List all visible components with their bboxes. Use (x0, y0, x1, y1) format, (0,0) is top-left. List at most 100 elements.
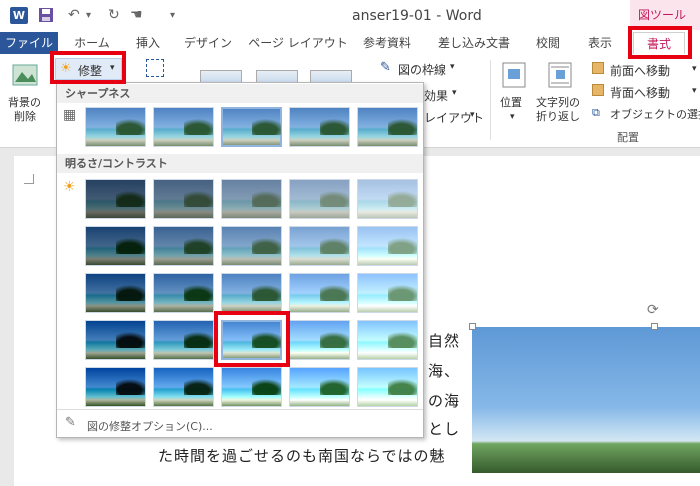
group-divider (490, 60, 491, 140)
compress-pictures-icon[interactable] (146, 59, 164, 77)
position-icon (502, 62, 526, 88)
correction-preset-thumbnail[interactable] (289, 320, 350, 360)
picture-layout-button[interactable]: レイアウト ▾ (424, 108, 484, 126)
tab-references[interactable]: 参考資料 (354, 32, 420, 54)
correction-preset-thumbnail[interactable] (85, 226, 146, 266)
picture-layout-label: レイアウト (424, 111, 485, 125)
customize-qat-icon[interactable]: ▾ (170, 7, 175, 24)
selected-preset-highlight (214, 311, 290, 367)
chevron-down-icon: ▾ (510, 112, 515, 122)
correction-preset-thumbnail[interactable] (221, 107, 282, 147)
rotate-handle[interactable]: ⟳ (647, 302, 659, 318)
chevron-down-icon: ▾ (452, 88, 457, 98)
correction-preset-thumbnail[interactable] (153, 273, 214, 313)
palm-trees (184, 379, 213, 395)
palm-trees (116, 332, 145, 348)
selection-pane-button[interactable]: ⧉ オブジェクトの選択と (592, 106, 700, 124)
tab-design[interactable]: デザイン (178, 32, 238, 54)
body-text-line-4: とし (428, 420, 461, 438)
correction-preset-thumbnail[interactable] (221, 367, 282, 407)
wrap-text-button[interactable]: 文字列の 折り返し (534, 60, 586, 128)
send-backward-icon (592, 84, 604, 96)
tab-insert[interactable]: 挿入 (128, 32, 168, 54)
correction-preset-thumbnail[interactable] (357, 107, 418, 147)
palm-trees (116, 119, 145, 135)
palm-trees (184, 191, 213, 207)
correction-preset-thumbnail[interactable] (289, 226, 350, 266)
chevron-down-icon: ▾ (450, 62, 455, 72)
palm-trees (116, 238, 145, 254)
palm-trees (252, 119, 281, 135)
selected-picture[interactable] (472, 327, 700, 473)
correction-preset-thumbnail[interactable] (153, 320, 214, 360)
position-button[interactable]: 位置 ▾ (496, 60, 532, 126)
palm-trees (320, 191, 349, 207)
save-icon[interactable] (38, 7, 54, 28)
touch-mode-icon[interactable]: ☚ (130, 7, 143, 24)
correction-preset-thumbnail[interactable] (289, 179, 350, 219)
palm-trees (388, 379, 417, 395)
palm-trees (252, 191, 281, 207)
format-tab-highlight (628, 26, 692, 59)
correction-preset-thumbnail[interactable] (85, 273, 146, 313)
palm-trees (252, 379, 281, 395)
correction-preset-thumbnail[interactable] (357, 320, 418, 360)
send-backward-label: 背面へ移動 (610, 86, 671, 100)
correction-preset-thumbnail[interactable] (85, 107, 146, 147)
picture-border-label: 図の枠線 (398, 63, 447, 77)
correction-preset-thumbnail[interactable] (221, 226, 282, 266)
correction-preset-thumbnail[interactable] (221, 273, 282, 313)
body-text-line-1: 自然 (428, 332, 461, 350)
corrections-highlight (50, 51, 126, 84)
correction-preset-thumbnail[interactable] (357, 273, 418, 313)
redo-icon[interactable]: ↻ (108, 7, 120, 24)
correction-preset-thumbnail[interactable] (153, 179, 214, 219)
palm-trees (320, 379, 349, 395)
correction-preset-thumbnail[interactable] (289, 107, 350, 147)
brightness-contrast-header: 明るさ/コントラスト (57, 154, 423, 173)
correction-preset-thumbnail[interactable] (289, 273, 350, 313)
correction-preset-thumbnail[interactable] (289, 367, 350, 407)
undo-dropdown-icon[interactable]: ▾ (86, 7, 91, 24)
chevron-down-icon: ▾ (692, 64, 697, 74)
body-text-line-3: の海 (428, 392, 461, 410)
tab-view[interactable]: 表示 (578, 32, 622, 54)
correction-preset-thumbnail[interactable] (153, 226, 214, 266)
correction-preset-thumbnail[interactable] (153, 107, 214, 147)
document-title: anser19-01 - Word (352, 8, 482, 24)
tab-page-layout[interactable]: ページ レイアウト (248, 32, 348, 54)
selection-pane-label: オブジェクトの選択と (610, 108, 700, 121)
correction-preset-thumbnail[interactable] (85, 179, 146, 219)
undo-icon[interactable]: ↶ (68, 7, 80, 24)
correction-preset-thumbnail[interactable] (85, 367, 146, 407)
wrap-text-icon (548, 62, 572, 88)
remove-background-button[interactable]: 背景の 削除 (4, 58, 48, 126)
tab-mailings[interactable]: 差し込み文書 (430, 32, 518, 54)
resize-handle[interactable] (651, 323, 658, 330)
picture-tools-label: 図ツール (638, 8, 687, 22)
palm-trees (116, 379, 145, 395)
picture-border-button[interactable]: ✎ 図の枠線 ▾ (380, 60, 480, 78)
picture-corrections-options-link[interactable]: 図の修整オプション(C)... (87, 418, 213, 434)
resize-handle[interactable] (469, 323, 476, 330)
correction-preset-thumbnail[interactable] (221, 179, 282, 219)
bring-forward-button[interactable]: 前面へ移動 ▾ (592, 62, 700, 80)
pencil-icon: ✎ (380, 60, 391, 75)
palm-trees (320, 285, 349, 301)
palm-trees (388, 332, 417, 348)
chevron-down-icon: ▾ (692, 86, 697, 96)
picture-effects-label: 効果 (424, 89, 449, 103)
correction-preset-thumbnail[interactable] (357, 226, 418, 266)
remove-background-icon (12, 64, 38, 86)
correction-preset-thumbnail[interactable] (357, 179, 418, 219)
sun-icon: ☀ (63, 179, 76, 195)
palm-trees (184, 238, 213, 254)
correction-preset-thumbnail[interactable] (153, 367, 214, 407)
correction-preset-thumbnail[interactable] (85, 320, 146, 360)
palm-trees (388, 285, 417, 301)
word-app-icon[interactable]: W (10, 7, 28, 24)
correction-preset-thumbnail[interactable] (357, 367, 418, 407)
tab-review[interactable]: 校閲 (526, 32, 570, 54)
picture-effects-button[interactable]: 効果 ▾ (424, 86, 484, 104)
send-backward-button[interactable]: 背面へ移動 ▾ (592, 84, 700, 102)
